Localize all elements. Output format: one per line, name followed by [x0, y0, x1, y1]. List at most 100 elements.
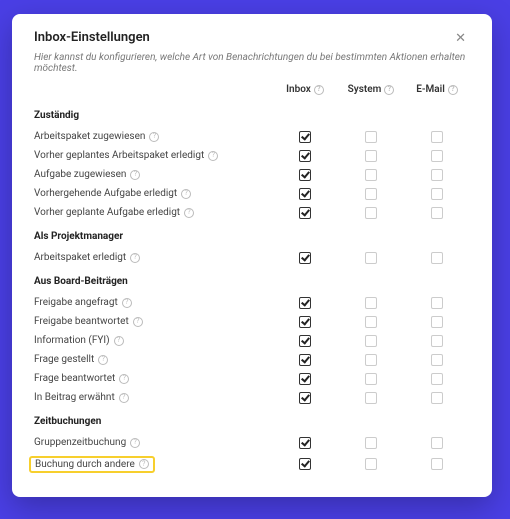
- help-icon[interactable]: ?: [208, 151, 218, 161]
- checkbox[interactable]: [365, 437, 377, 449]
- col-system: System?: [338, 84, 404, 95]
- section-heading: Zuständig: [34, 101, 470, 127]
- checkbox-cell: [272, 392, 338, 404]
- checkbox-cell: [404, 373, 470, 385]
- column-headers: Inbox? System? E-Mail?: [34, 84, 470, 101]
- checkbox[interactable]: [299, 458, 311, 470]
- checkbox[interactable]: [299, 392, 311, 404]
- help-icon[interactable]: ?: [448, 85, 458, 95]
- checkbox[interactable]: [431, 373, 443, 385]
- help-icon[interactable]: ?: [314, 85, 324, 95]
- checkbox[interactable]: [431, 297, 443, 309]
- checkbox-cell: [338, 169, 404, 181]
- section-heading: Als Projektmanager: [34, 222, 470, 248]
- help-icon[interactable]: ?: [130, 438, 140, 448]
- setting-text: Vorhergehende Aufgabe erledigt: [34, 188, 177, 199]
- checkbox[interactable]: [299, 169, 311, 181]
- checkbox-cell: [338, 150, 404, 162]
- checkbox[interactable]: [365, 458, 377, 470]
- setting-row: Vorher geplante Aufgabe erledigt?: [34, 203, 470, 222]
- help-icon[interactable]: ?: [130, 253, 140, 263]
- checkbox-cell: [272, 373, 338, 385]
- checkbox-cell: [272, 131, 338, 143]
- checkbox[interactable]: [365, 131, 377, 143]
- checkbox-cell: [404, 316, 470, 328]
- checkbox[interactable]: [431, 169, 443, 181]
- col-inbox: Inbox?: [272, 84, 338, 95]
- help-icon[interactable]: ?: [122, 298, 132, 308]
- close-icon[interactable]: ✕: [451, 30, 470, 47]
- checkbox[interactable]: [365, 150, 377, 162]
- help-icon[interactable]: ?: [114, 336, 124, 346]
- checkbox-cell: [338, 458, 404, 470]
- setting-label: Vorhergehende Aufgabe erledigt?: [34, 188, 272, 199]
- checkbox[interactable]: [365, 207, 377, 219]
- setting-label: Arbeitspaket zugewiesen?: [34, 131, 272, 142]
- modal-subtitle: Hier kannst du konfigurieren, welche Art…: [34, 52, 470, 74]
- checkbox[interactable]: [299, 373, 311, 385]
- checkbox[interactable]: [299, 131, 311, 143]
- section-heading: Aus Board-Beiträgen: [34, 267, 470, 293]
- checkbox[interactable]: [299, 316, 311, 328]
- setting-label: Aufgabe zugewiesen?: [34, 169, 272, 180]
- checkbox[interactable]: [365, 354, 377, 366]
- help-icon[interactable]: ?: [98, 355, 108, 365]
- help-icon[interactable]: ?: [149, 132, 159, 142]
- checkbox[interactable]: [299, 207, 311, 219]
- checkbox[interactable]: [299, 252, 311, 264]
- checkbox-cell: [404, 131, 470, 143]
- checkbox[interactable]: [365, 373, 377, 385]
- setting-text: Vorher geplante Aufgabe erledigt: [34, 207, 180, 218]
- checkbox[interactable]: [431, 437, 443, 449]
- setting-text: Arbeitspaket erledigt: [34, 252, 126, 263]
- checkbox[interactable]: [299, 297, 311, 309]
- checkbox-cell: [338, 335, 404, 347]
- checkbox-cell: [272, 316, 338, 328]
- checkbox-cell: [338, 392, 404, 404]
- checkbox[interactable]: [431, 150, 443, 162]
- checkbox[interactable]: [365, 252, 377, 264]
- checkbox[interactable]: [365, 188, 377, 200]
- help-icon[interactable]: ?: [133, 317, 143, 327]
- checkbox[interactable]: [431, 335, 443, 347]
- checkbox-cell: [272, 252, 338, 264]
- help-icon[interactable]: ?: [119, 374, 129, 384]
- help-icon[interactable]: ?: [384, 85, 394, 95]
- checkbox[interactable]: [431, 252, 443, 264]
- checkbox-cell: [338, 188, 404, 200]
- checkbox[interactable]: [431, 392, 443, 404]
- checkbox[interactable]: [299, 354, 311, 366]
- help-icon[interactable]: ?: [119, 393, 129, 403]
- checkbox[interactable]: [365, 392, 377, 404]
- setting-text: Arbeitspaket zugewiesen: [34, 131, 145, 142]
- checkbox-cell: [404, 335, 470, 347]
- checkbox[interactable]: [431, 207, 443, 219]
- checkbox[interactable]: [299, 188, 311, 200]
- checkbox[interactable]: [431, 458, 443, 470]
- inbox-settings-modal: Inbox-Einstellungen ✕ Hier kannst du kon…: [12, 14, 492, 497]
- checkbox[interactable]: [431, 316, 443, 328]
- checkbox[interactable]: [431, 188, 443, 200]
- col-email: E-Mail?: [404, 84, 470, 95]
- help-icon[interactable]: ?: [130, 170, 140, 180]
- help-icon[interactable]: ?: [181, 189, 191, 199]
- checkbox[interactable]: [299, 335, 311, 347]
- help-icon[interactable]: ?: [139, 459, 149, 469]
- setting-text: Frage beantwortet: [34, 373, 115, 384]
- highlighted-setting: Buchung durch andere?: [29, 456, 155, 473]
- checkbox[interactable]: [365, 297, 377, 309]
- checkbox[interactable]: [431, 131, 443, 143]
- checkbox[interactable]: [365, 169, 377, 181]
- help-icon[interactable]: ?: [184, 208, 194, 218]
- checkbox[interactable]: [431, 354, 443, 366]
- checkbox[interactable]: [365, 335, 377, 347]
- checkbox-cell: [338, 437, 404, 449]
- checkbox-cell: [404, 354, 470, 366]
- checkbox-cell: [272, 207, 338, 219]
- checkbox[interactable]: [299, 150, 311, 162]
- setting-text: In Beitrag erwähnt: [34, 392, 115, 403]
- checkbox-cell: [404, 458, 470, 470]
- checkbox[interactable]: [365, 316, 377, 328]
- checkbox[interactable]: [299, 437, 311, 449]
- setting-row: Vorhergehende Aufgabe erledigt?: [34, 184, 470, 203]
